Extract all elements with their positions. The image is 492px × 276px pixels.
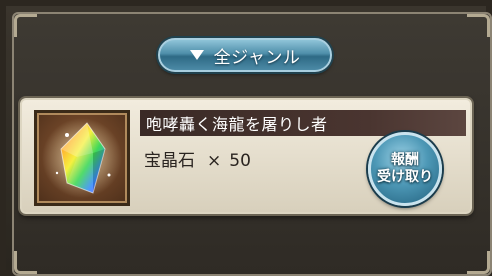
mission-title: 咆哮轟く海龍を屠りし者 (146, 115, 328, 134)
times-symbol: × (207, 151, 222, 171)
mission-title-bar: 咆哮轟く海龍を屠りし者 (140, 110, 466, 136)
genre-filter-button[interactable]: 全ジャンル (158, 38, 332, 72)
frame-corner-ornament (14, 251, 37, 274)
genre-filter-label: 全ジャンル (213, 47, 301, 68)
receive-reward-label-line2: 受け取り (377, 169, 433, 185)
rainbow-crystal-icon (34, 110, 130, 206)
frame-corner-ornament (467, 14, 490, 37)
reward-quantity: 50 (229, 151, 251, 171)
mission-panel: 咆哮轟く海龍を屠りし者 宝晶石 × 50 報酬 受け取り (20, 98, 472, 214)
frame-corner-ornament (467, 251, 490, 274)
triangle-down-icon (189, 50, 204, 60)
reward-item-name: 宝晶石 (144, 151, 195, 171)
frame-corner-ornament (14, 14, 37, 37)
receive-reward-button[interactable]: 報酬 受け取り (368, 132, 442, 206)
reward-line: 宝晶石 × 50 (144, 146, 251, 171)
receive-reward-label-line1: 報酬 (391, 152, 419, 168)
